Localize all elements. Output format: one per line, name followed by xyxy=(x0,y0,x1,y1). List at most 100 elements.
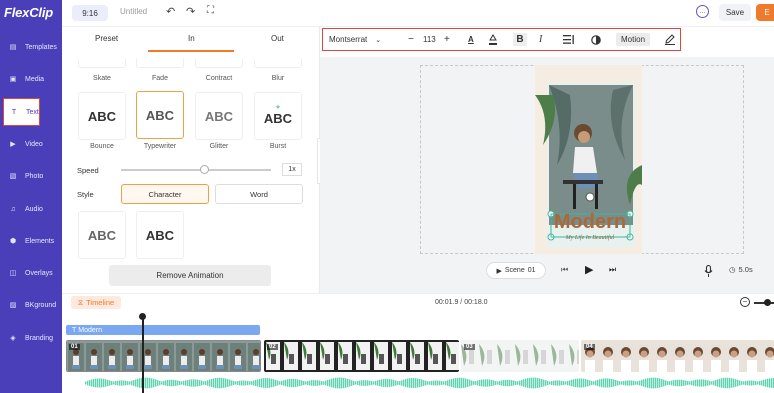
text-track-clip[interactable]: T Modern xyxy=(66,325,260,335)
animation-card-typewriter[interactable]: ABC xyxy=(136,91,184,139)
animation-card-glitter[interactable]: ABC xyxy=(195,92,243,140)
waveform-bar xyxy=(257,379,259,387)
waveform-bar xyxy=(475,381,477,385)
align-icon[interactable] xyxy=(563,33,574,46)
font-select[interactable]: Montserrat ⌄ xyxy=(329,33,381,46)
waveform-bar xyxy=(463,378,465,388)
project-title[interactable]: Untitled xyxy=(120,7,147,16)
timeline-toggle[interactable]: ⧖ Timeline xyxy=(71,296,121,309)
waveform-bar xyxy=(481,379,483,387)
waveform-bar xyxy=(759,381,761,385)
waveform-bar xyxy=(535,377,537,389)
highlight-color-icon[interactable] xyxy=(488,33,498,46)
sidebar-item-templates[interactable]: ▤ Templates xyxy=(0,33,62,61)
animation-card-contract[interactable] xyxy=(195,59,243,68)
zoom-out-icon[interactable]: − xyxy=(740,297,750,307)
playhead[interactable] xyxy=(142,314,144,393)
chat-help-icon[interactable]: … xyxy=(696,5,709,18)
animation-card-skate[interactable] xyxy=(78,59,126,68)
playhead-handle[interactable] xyxy=(139,313,146,320)
sidebar-item-media[interactable]: ▣ Media xyxy=(0,65,62,93)
italic-button[interactable]: I xyxy=(539,33,542,46)
style-label: Style xyxy=(77,190,94,199)
waveform-bar xyxy=(735,379,737,387)
sidebar-item-video[interactable]: ▶ Video xyxy=(0,130,62,158)
video-clip-02[interactable] xyxy=(264,340,459,372)
waveform-bar xyxy=(581,378,583,388)
waveform-bar xyxy=(637,381,639,385)
remove-animation-button[interactable]: Remove Animation xyxy=(109,265,271,286)
headline-text[interactable]: Modern xyxy=(550,211,630,234)
speed-slider-track[interactable] xyxy=(121,169,271,171)
undo-icon[interactable]: ↶ xyxy=(166,5,175,18)
edit-pen-icon[interactable] xyxy=(665,33,675,46)
sidebar-item-branding[interactable]: ◈ Branding xyxy=(0,324,62,352)
waveform-bar xyxy=(517,381,519,385)
sidebar-item-audio[interactable]: ♫ Audio xyxy=(0,195,62,223)
sidebar-item-overlays[interactable]: ◫ Overlays xyxy=(0,259,62,287)
subline-text[interactable]: My Life In Beautiful xyxy=(550,235,630,241)
flexclip-logo[interactable]: FlexClip xyxy=(4,5,53,20)
motion-button[interactable]: Motion xyxy=(616,33,651,46)
video-clip-01[interactable] xyxy=(66,340,261,372)
font-size-increase-button[interactable]: + xyxy=(444,33,450,46)
waveform-bar xyxy=(625,380,627,386)
waveform-bar xyxy=(621,381,623,385)
waveform-bar xyxy=(249,381,251,385)
text-color-icon[interactable]: A xyxy=(468,33,474,46)
waveform-bar xyxy=(349,379,351,387)
waveform-bar xyxy=(391,379,393,387)
tab-preset[interactable]: Preset xyxy=(95,34,118,43)
animation-card-bounce[interactable]: ABC xyxy=(78,92,126,140)
waveform-bar xyxy=(449,379,451,387)
speed-slider-handle[interactable] xyxy=(199,165,209,174)
sidebar-item-photo[interactable]: ▧ Photo xyxy=(0,162,62,190)
opacity-icon[interactable] xyxy=(591,33,601,46)
sidebar-item-bkground[interactable]: ▨ BKground xyxy=(0,291,62,319)
redo-icon[interactable]: ↷ xyxy=(186,5,195,18)
waveform-bar xyxy=(737,379,739,387)
zoom-slider-handle[interactable] xyxy=(764,299,771,306)
waveform-bar xyxy=(317,380,319,386)
export-button[interactable]: E xyxy=(756,4,774,21)
sidebar-item-label: Audio xyxy=(25,205,43,213)
audio-waveform[interactable] xyxy=(85,375,774,391)
font-size-value[interactable]: 113 xyxy=(423,33,436,46)
video-clip-03[interactable] xyxy=(461,340,579,372)
waveform-bar xyxy=(433,380,435,386)
waveform-bar xyxy=(95,378,97,388)
style-word-button[interactable]: Word xyxy=(215,184,303,204)
waveform-bar xyxy=(753,380,755,386)
animation-card-fade[interactable] xyxy=(136,59,184,68)
play-icon[interactable]: ▶ xyxy=(585,263,593,276)
waveform-bar xyxy=(585,379,587,387)
fullscreen-icon[interactable]: ⛶ xyxy=(207,5,214,16)
next-scene-icon[interactable]: ⏭ xyxy=(609,265,616,275)
microphone-icon[interactable] xyxy=(704,264,713,282)
sidebar-item-elements[interactable]: ⬢ Elements xyxy=(0,227,62,255)
scene-preview[interactable]: Modern My Life In Beautiful xyxy=(535,65,642,254)
previous-scene-icon[interactable]: ⏮ xyxy=(561,265,568,275)
aspect-ratio-button[interactable]: 9:16 xyxy=(72,5,108,21)
waveform-bar xyxy=(245,380,247,386)
speed-value[interactable]: 1x xyxy=(282,163,302,176)
style-sample-character[interactable]: ABC xyxy=(78,211,126,259)
tab-out[interactable]: Out xyxy=(271,34,284,43)
animation-card-blur[interactable] xyxy=(254,59,302,68)
style-sample-word[interactable]: ABC xyxy=(136,211,184,259)
animation-card-burst[interactable]: ✧ ABC xyxy=(254,92,302,140)
waveform-bar xyxy=(163,380,165,386)
tab-in[interactable]: In xyxy=(188,34,195,43)
scene-selector[interactable]: ▶ Scene 01 xyxy=(486,262,546,279)
waveform-bar xyxy=(485,379,487,387)
waveform-bar xyxy=(557,380,559,386)
waveform-bar xyxy=(369,380,371,386)
style-character-button[interactable]: Character xyxy=(121,184,209,204)
save-button[interactable]: Save xyxy=(719,4,751,21)
bold-button[interactable]: B xyxy=(513,33,527,46)
waveform-bar xyxy=(355,381,357,385)
scene-duration[interactable]: ◷ 5.0s xyxy=(729,265,753,274)
sidebar-item-text[interactable]: T Text xyxy=(3,98,40,126)
font-size-decrease-button[interactable]: − xyxy=(408,33,414,46)
video-clip-04[interactable] xyxy=(581,340,774,372)
